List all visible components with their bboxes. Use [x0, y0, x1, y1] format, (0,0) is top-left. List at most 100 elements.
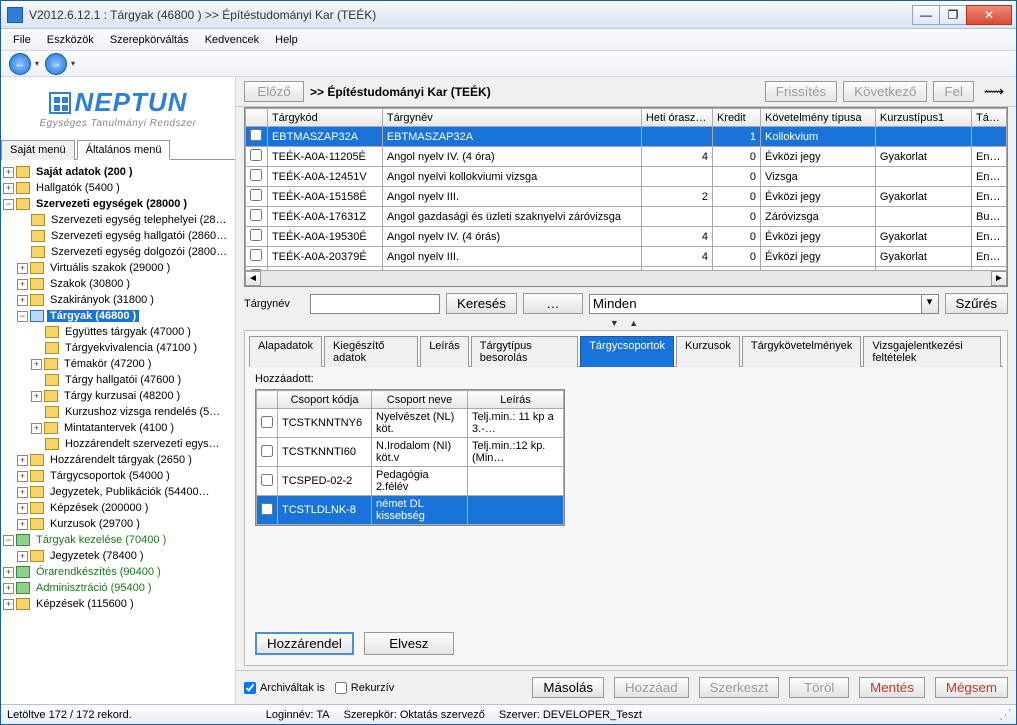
- delete-button[interactable]: Töröl: [789, 677, 849, 698]
- tree-node[interactable]: Szervezeti egység hallgatói (2860…: [48, 230, 230, 242]
- tab-vizsga[interactable]: Vizsgajelentkezési feltételek: [863, 336, 1001, 367]
- cancel-button[interactable]: Mégsem: [935, 677, 1008, 698]
- tree-node[interactable]: Szervezeti egység dolgozói (2800…: [48, 246, 230, 258]
- tree-node[interactable]: Hozzárendelt szervezeti egys…: [62, 438, 223, 450]
- archived-checkbox[interactable]: Archiváltak is: [244, 682, 325, 694]
- tree-node[interactable]: Mintatantervek (4100 ): [61, 422, 177, 434]
- tree-node[interactable]: Tárgy kurzusai (48200 ): [61, 390, 183, 402]
- col-k1[interactable]: Kurzustípus1: [875, 109, 971, 127]
- subcol-desc[interactable]: Leírás: [468, 391, 564, 409]
- tree-node[interactable]: Szervezeti egységek (28000 ): [33, 198, 190, 210]
- tree-node[interactable]: Hallgatók (5400 ): [33, 182, 123, 194]
- main-grid[interactable]: Tárgykód Tárgynév Heti órasz… Kredit Köv…: [244, 107, 1008, 287]
- menu-role[interactable]: Szerepkörváltás: [102, 31, 197, 49]
- tree-node[interactable]: Tárgyak kezelése (70400 ): [33, 534, 169, 546]
- h-scrollbar[interactable]: ◄►: [245, 270, 1007, 286]
- tree-node[interactable]: Tárgycsoportok (54000 ): [47, 470, 173, 482]
- tree-node[interactable]: Kurzusok (29700 ): [47, 518, 143, 530]
- prev-button[interactable]: Előző: [244, 81, 304, 102]
- tree-node-selected[interactable]: Tárgyak (46800 ): [47, 310, 139, 322]
- tree-node[interactable]: Képzések (200000 ): [47, 502, 151, 514]
- table-row[interactable]: TCSTKNNTNY6Nyelvészet (NL) köt.Telj.min.…: [257, 409, 564, 438]
- col-kredit[interactable]: Kredit: [712, 109, 760, 127]
- menu-fav[interactable]: Kedvencek: [197, 31, 267, 49]
- tree-node[interactable]: Virtuális szakok (29000 ): [47, 262, 173, 274]
- tree-node[interactable]: Hozzárendelt tárgyak (2650 ): [47, 454, 195, 466]
- table-row[interactable]: TEÉK-A0A-19530ÉAngol nyelv IV. (4 órás)4…: [246, 227, 1007, 247]
- nav-back-dropdown[interactable]: ▾: [35, 59, 39, 68]
- save-button[interactable]: Mentés: [859, 677, 925, 698]
- table-row[interactable]: EBTMASZAP32AEBTMASZAP32A 1Kollokvium: [246, 127, 1007, 147]
- menu-file[interactable]: File: [5, 31, 39, 49]
- col-name[interactable]: Tárgynév: [382, 109, 641, 127]
- tree-node[interactable]: Jegyzetek, Publikációk (54400…: [47, 486, 213, 498]
- copy-button[interactable]: Másolás: [532, 677, 604, 698]
- table-row[interactable]: TCSTKNNTI60N.Irodalom (NI) köt.vTelj.min…: [257, 438, 564, 467]
- tree-node[interactable]: Tárgy hallgatói (47600 ): [62, 374, 184, 386]
- tab-alap[interactable]: Alapadatok: [249, 336, 322, 367]
- tree-node[interactable]: Szakirányok (31800 ): [47, 294, 157, 306]
- table-row[interactable]: TEÉK-A0A-17631ZAngol gazdasági és üzleti…: [246, 207, 1007, 227]
- resize-grip[interactable]: ⋰: [999, 707, 1010, 723]
- table-row[interactable]: TEÉK-A0A-20379ÉAngol nyelv III.4 0Évközi…: [246, 247, 1007, 267]
- search-more-button[interactable]: …: [523, 293, 583, 314]
- subcol-code[interactable]: Csoport kódja: [278, 391, 372, 409]
- left-tab-own[interactable]: Saját menü: [1, 140, 75, 160]
- table-row[interactable]: TEÉK-A0A-12451VAngol nyelvi kollokviumi …: [246, 167, 1007, 187]
- col-check[interactable]: [246, 109, 268, 127]
- tree-node[interactable]: Szakok (30800 ): [47, 278, 133, 290]
- nav-forward-dropdown[interactable]: ▾: [71, 59, 75, 68]
- tree-node[interactable]: Órarendkészítés (90400 ): [33, 566, 164, 578]
- table-row[interactable]: TEÉK-A0A-11205ÉAngol nyelv IV. (4 óra)4 …: [246, 147, 1007, 167]
- col-code[interactable]: Tárgykód: [267, 109, 382, 127]
- tree-node[interactable]: Jegyzetek (78400 ): [47, 550, 147, 562]
- tab-csoport[interactable]: Tárgycsoportok: [580, 336, 674, 367]
- tree-node[interactable]: Adminisztráció (95400 ): [33, 582, 155, 594]
- minimize-button[interactable]: —: [912, 5, 940, 25]
- table-row[interactable]: TEÉK-A0A-15158ÉAngol nyelv III.2 0Évközi…: [246, 187, 1007, 207]
- filter-combo-input[interactable]: [589, 294, 921, 314]
- nav-back-button[interactable]: ←: [9, 53, 31, 75]
- tree[interactable]: +Saját adatok (200 ) +Hallgatók (5400 ) …: [1, 160, 235, 704]
- col-req[interactable]: Követelmény típusa: [760, 109, 875, 127]
- menu-help[interactable]: Help: [267, 31, 306, 49]
- refresh-button[interactable]: Frissítés: [765, 81, 837, 102]
- menu-tools[interactable]: Eszközök: [39, 31, 102, 49]
- tree-node[interactable]: Együttes tárgyak (47000 ): [62, 326, 194, 338]
- table-row[interactable]: TCSPED-02-2Pedagógia 2.félév: [257, 467, 564, 496]
- col-ta[interactable]: Tá…: [971, 109, 1006, 127]
- chevron-down-icon[interactable]: ▾: [921, 294, 939, 314]
- recursive-checkbox[interactable]: Rekurzív: [335, 682, 394, 694]
- pin-icon[interactable]: ⟿: [980, 83, 1008, 100]
- close-button[interactable]: ✕: [966, 5, 1012, 25]
- table-row[interactable]: TCSTLDLNK-8német DL kissebség: [257, 496, 564, 525]
- assign-button[interactable]: Hozzárendel: [255, 632, 354, 655]
- tab-kovet[interactable]: Tárgykövetelmények: [742, 336, 862, 367]
- tab-leiras[interactable]: Leírás: [420, 336, 469, 367]
- up-button[interactable]: Fel: [933, 81, 974, 102]
- filter-button[interactable]: Szűrés: [945, 293, 1008, 314]
- next-button[interactable]: Következő: [843, 81, 927, 102]
- tab-kurzusok[interactable]: Kurzusok: [676, 336, 740, 367]
- tree-node[interactable]: Szervezeti egység telephelyei (28…: [48, 214, 229, 226]
- nav-forward-button[interactable]: →: [45, 53, 67, 75]
- tab-kieg[interactable]: Kiegészítő adatok: [324, 336, 418, 367]
- tree-node[interactable]: Képzések (115600 ): [33, 598, 137, 610]
- add-button[interactable]: Hozzáad: [614, 677, 689, 698]
- remove-button[interactable]: Elvesz: [364, 632, 454, 655]
- tree-node[interactable]: Tárgyekvivalencia (47100 ): [62, 342, 200, 354]
- edit-button[interactable]: Szerkeszt: [699, 677, 780, 698]
- col-hours[interactable]: Heti órasz…: [641, 109, 712, 127]
- subcol-name[interactable]: Csoport neve: [372, 391, 468, 409]
- splitter-collapse[interactable]: ▼ ▲: [236, 318, 1016, 328]
- tree-node[interactable]: Saját adatok (200 ): [33, 166, 136, 178]
- search-input[interactable]: [310, 294, 440, 314]
- left-tab-general[interactable]: Általános menü: [77, 140, 171, 160]
- tab-tipus[interactable]: Tárgytípus besorolás: [471, 336, 578, 367]
- sub-grid[interactable]: Csoport kódja Csoport neve Leírás TCSTKN…: [255, 389, 565, 526]
- maximize-button[interactable]: ❐: [939, 5, 967, 25]
- tree-node[interactable]: Témakör (47200 ): [61, 358, 154, 370]
- search-button[interactable]: Keresés: [446, 293, 517, 314]
- tree-node[interactable]: Kurzushoz vizsga rendelés (5…: [62, 406, 223, 418]
- filter-combo[interactable]: ▾: [589, 294, 939, 314]
